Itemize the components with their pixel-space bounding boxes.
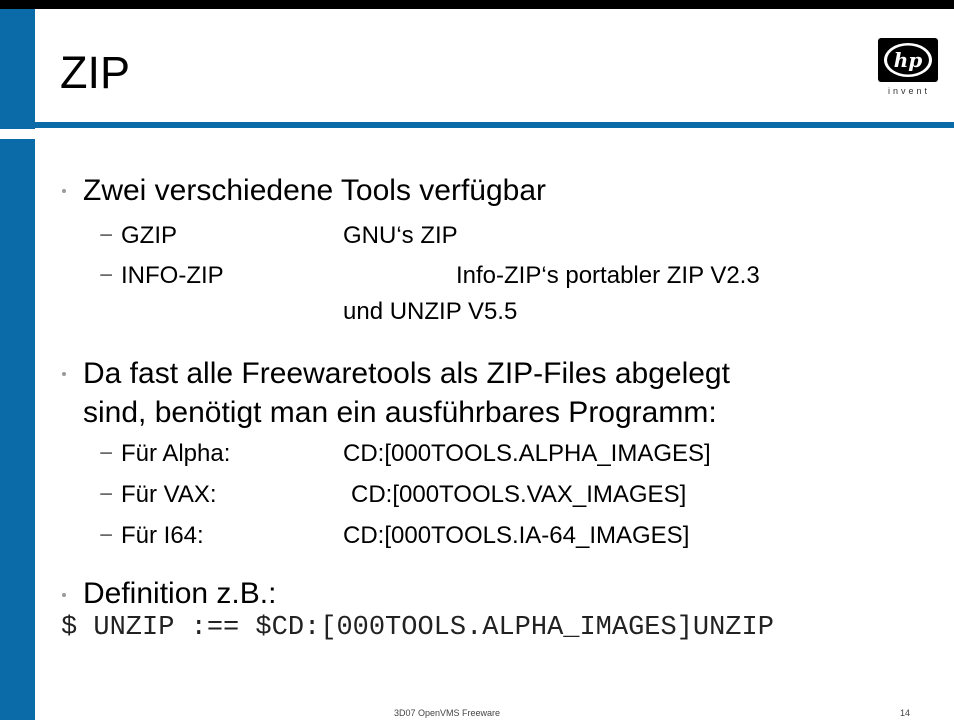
page-number: 14	[900, 708, 911, 718]
sub-item-label: Für I64:	[121, 522, 204, 549]
sub-item-value-continued: und UNZIP V5.5	[343, 298, 518, 325]
sub-item-value: GNU‘s ZIP	[343, 222, 458, 249]
sub-item-value: CD:[000TOOLS.VAX_IMAGES]	[351, 481, 687, 508]
hp-logo-icon: hp	[878, 38, 938, 82]
sub-item-label: Für VAX:	[121, 481, 217, 508]
left-bar-notch	[0, 129, 35, 139]
bullet-dot	[62, 189, 66, 193]
top-frame-bar	[0, 0, 954, 9]
logo-tagline: invent	[887, 86, 931, 96]
slide-title: ZIP	[60, 47, 131, 98]
sub-bullet-dash: −	[99, 222, 114, 249]
bullet-2-line-1: Da fast alle Freewaretools als ZIP-Files…	[83, 357, 730, 390]
bullet-dot	[62, 372, 66, 376]
sub-item-label: GZIP	[121, 222, 178, 249]
bullet-dot	[62, 593, 66, 597]
sub-item-value: Info-ZIP‘s portabler ZIP V2.3	[456, 262, 760, 289]
sub-bullet-dash: −	[99, 481, 114, 508]
left-accent-bar	[0, 9, 35, 720]
sub-bullet-dash: −	[99, 262, 114, 289]
sub-item-value: CD:[000TOOLS.IA-64_IMAGES]	[343, 522, 690, 549]
hp-logo: hp invent	[871, 38, 947, 98]
bullet-1-text: Zwei verschiedene Tools verfügbar	[83, 174, 547, 207]
bullet-3-text: Definition z.B.:	[83, 577, 277, 610]
sub-item-label: Für Alpha:	[121, 440, 231, 467]
sub-bullet-dash: −	[99, 522, 114, 549]
sub-item-value: CD:[000TOOLS.ALPHA_IMAGES]	[343, 440, 711, 467]
sub-item-label: INFO-ZIP	[121, 262, 224, 289]
sub-bullet-dash: −	[99, 440, 114, 467]
svg-text:hp: hp	[894, 48, 923, 72]
footer-text: 3D07 OpenVMS Freeware	[394, 708, 501, 718]
title-underline	[35, 122, 954, 128]
code-line: $ UNZIP :== $CD:[000TOOLS.ALPHA_IMAGES]U…	[61, 613, 774, 643]
bullet-2-line-2: sind, benötigt man ein ausführbares Prog…	[83, 396, 717, 429]
